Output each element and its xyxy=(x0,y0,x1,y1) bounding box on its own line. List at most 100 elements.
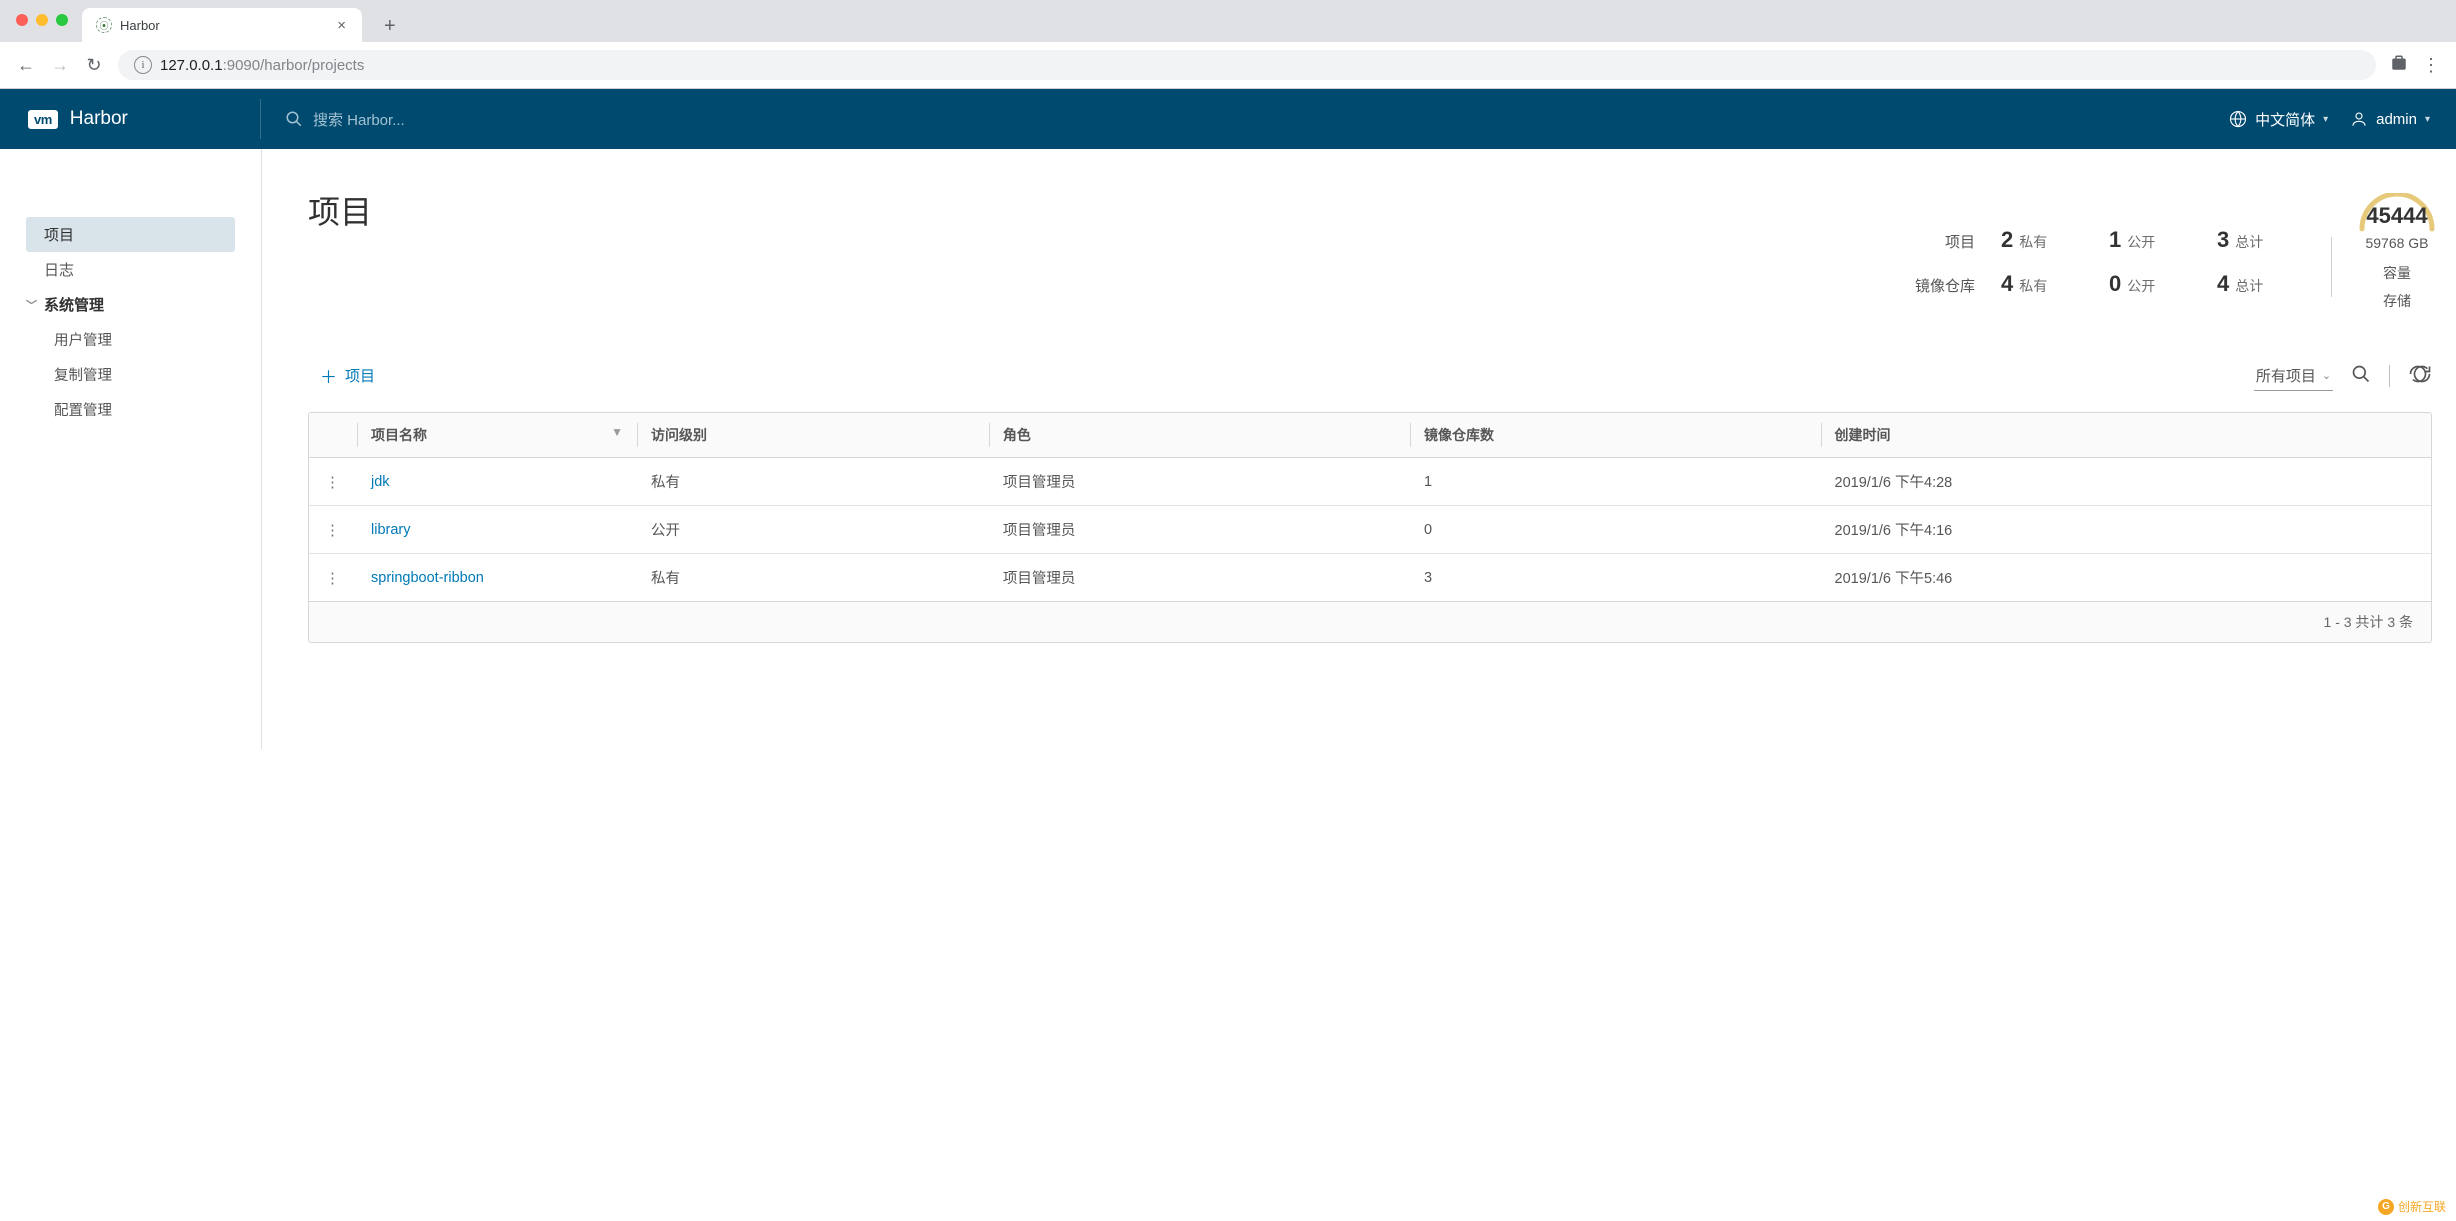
stats-row-label: 镜像仓库 xyxy=(1915,275,1983,296)
sidebar-item-label: 用户管理 xyxy=(54,329,112,350)
page-title: 项目 xyxy=(308,187,1915,233)
table-header-row: 项目名称 ▼ 访问级别 角色 镜像仓库数 创建时间 xyxy=(309,413,2431,458)
brand[interactable]: vm Harbor xyxy=(0,108,260,130)
filter-label: 所有项目 xyxy=(2256,365,2316,386)
cell-repos: 0 xyxy=(1410,506,1821,554)
table-search-button[interactable] xyxy=(2351,364,2371,387)
stats-divider xyxy=(2331,237,2332,297)
storage-gauge: 45444 xyxy=(2356,193,2438,233)
project-link[interactable]: springboot-ribbon xyxy=(371,570,484,586)
plus-icon: ＋ xyxy=(320,363,337,388)
sidebar-item-label: 系统管理 xyxy=(44,294,104,315)
url-bar[interactable]: i 127.0.0.1:9090/harbor/projects xyxy=(118,50,2376,80)
project-link[interactable]: jdk xyxy=(371,474,390,490)
global-search[interactable]: 搜索 Harbor... xyxy=(261,109,2203,130)
extension-icon[interactable] xyxy=(2390,54,2408,77)
brand-text: Harbor xyxy=(70,108,128,130)
stat-repos-public: 0公开 xyxy=(2109,271,2199,297)
table-refresh-button[interactable] xyxy=(2408,364,2432,387)
sidebar: 项目 日志 ﹀ 系统管理 用户管理 复制管理 配置管理 xyxy=(0,149,262,749)
back-button[interactable]: ← xyxy=(16,55,36,76)
sidebar-item-label: 日志 xyxy=(44,259,74,280)
header-right: 中文简体 ▾ admin ▾ xyxy=(2203,109,2456,130)
sidebar-item-label: 项目 xyxy=(44,224,74,245)
storage-capacity-label: 容量 xyxy=(2356,263,2438,283)
chevron-down-icon: ﹀ xyxy=(26,297,37,313)
watermark: G 创新互联 xyxy=(2378,1198,2446,1215)
window-maximize-button[interactable] xyxy=(56,14,68,26)
row-menu-button[interactable]: ⋮ xyxy=(309,458,357,506)
row-menu-button[interactable]: ⋮ xyxy=(309,554,357,602)
cell-role: 项目管理员 xyxy=(989,506,1410,554)
project-link[interactable]: library xyxy=(371,522,410,538)
user-label: admin xyxy=(2376,111,2417,128)
sidebar-item-configuration[interactable]: 配置管理 xyxy=(26,392,235,427)
stats-row-label: 项目 xyxy=(1915,231,1983,252)
user-menu[interactable]: admin ▾ xyxy=(2350,110,2430,128)
browser-menu-button[interactable]: ⋮ xyxy=(2422,55,2440,76)
table-row[interactable]: ⋮springboot-ribbon私有项目管理员32019/1/6 下午5:4… xyxy=(309,554,2431,602)
user-icon xyxy=(2350,110,2368,128)
stat-projects-total: 3总计 xyxy=(2217,227,2307,253)
favicon-icon: ⦿ xyxy=(96,17,112,33)
main-content: 项目 项目 2私有 1公开 3总计 镜像仓库 4私有 0公开 4总计 xyxy=(262,149,2456,749)
cell-repos: 3 xyxy=(1410,554,1821,602)
storage-used: 45444 xyxy=(2356,203,2438,229)
search-placeholder: 搜索 Harbor... xyxy=(313,109,405,130)
browser-toolbar: ← → ↻ i 127.0.0.1:9090/harbor/projects ⋮ xyxy=(0,42,2456,89)
cell-created: 2019/1/6 下午4:16 xyxy=(1821,506,2431,554)
table-toolbar: ＋ 项目 所有项目 ⌄ xyxy=(308,357,2432,394)
cell-role: 项目管理员 xyxy=(989,554,1410,602)
chevron-down-icon: ▾ xyxy=(2323,114,2328,125)
sidebar-item-logs[interactable]: 日志 xyxy=(26,252,235,287)
sidebar-group-system[interactable]: ﹀ 系统管理 xyxy=(26,287,235,322)
sidebar-item-replication[interactable]: 复制管理 xyxy=(26,357,235,392)
tab-close-button[interactable]: × xyxy=(333,17,350,34)
browser-tab[interactable]: ⦿ Harbor × xyxy=(82,8,362,42)
new-project-label: 项目 xyxy=(345,365,375,386)
window-controls xyxy=(16,14,68,26)
page-header-row: 项目 项目 2私有 1公开 3总计 镜像仓库 4私有 0公开 4总计 xyxy=(308,187,2438,311)
cell-repos: 1 xyxy=(1410,458,1821,506)
cell-access: 私有 xyxy=(637,554,989,602)
window-close-button[interactable] xyxy=(16,14,28,26)
new-project-button[interactable]: ＋ 项目 xyxy=(308,357,387,394)
col-repo-count[interactable]: 镜像仓库数 xyxy=(1410,413,1821,458)
browser-chrome: ⦿ Harbor × + ← → ↻ i 127.0.0.1:9090/harb… xyxy=(0,0,2456,89)
language-label: 中文简体 xyxy=(2255,109,2315,130)
new-tab-button[interactable]: + xyxy=(376,11,404,42)
stat-repos-private: 4私有 xyxy=(2001,271,2091,297)
table-row[interactable]: ⋮ library 公开项目管理员02019/1/6 下午4:16 xyxy=(309,506,2431,554)
col-role[interactable]: 角色 xyxy=(989,413,1410,458)
col-created[interactable]: 创建时间 xyxy=(1821,413,2431,458)
col-actions xyxy=(309,413,357,458)
table-row[interactable]: ⋮jdk私有项目管理员12019/1/6 下午4:28 xyxy=(309,458,2431,506)
tab-title: Harbor xyxy=(120,18,325,33)
col-name[interactable]: 项目名称 ▼ xyxy=(357,413,637,458)
stat-projects-private: 2私有 xyxy=(2001,227,2091,253)
app-header: vm Harbor 搜索 Harbor... 中文简体 ▾ admin ▾ xyxy=(0,89,2456,149)
col-access[interactable]: 访问级别 xyxy=(637,413,989,458)
storage-storage-label: 存储 xyxy=(2356,291,2438,311)
filter-icon[interactable]: ▼ xyxy=(611,425,623,439)
sidebar-item-projects[interactable]: 项目 xyxy=(26,217,235,252)
search-icon xyxy=(285,110,303,128)
cell-role: 项目管理员 xyxy=(989,458,1410,506)
row-menu-button[interactable]: ⋮ xyxy=(309,506,357,554)
sidebar-item-label: 复制管理 xyxy=(54,364,112,385)
window-minimize-button[interactable] xyxy=(36,14,48,26)
vm-logo-icon: vm xyxy=(28,110,58,129)
storage-total: 59768 GB xyxy=(2356,235,2438,251)
stats-grid: 项目 2私有 1公开 3总计 镜像仓库 4私有 0公开 4总计 xyxy=(1915,227,2307,297)
sidebar-item-users[interactable]: 用户管理 xyxy=(26,322,235,357)
site-info-icon[interactable]: i xyxy=(134,56,152,74)
reload-button[interactable]: ↻ xyxy=(84,55,104,76)
globe-icon xyxy=(2229,110,2247,128)
cell-access: 公开 xyxy=(637,506,989,554)
language-switcher[interactable]: 中文简体 ▾ xyxy=(2229,109,2328,130)
chevron-down-icon: ▾ xyxy=(2425,114,2430,125)
forward-button[interactable]: → xyxy=(50,55,70,76)
cell-access: 私有 xyxy=(637,458,989,506)
sidebar-item-label: 配置管理 xyxy=(54,399,112,420)
project-filter-select[interactable]: 所有项目 ⌄ xyxy=(2254,361,2333,391)
